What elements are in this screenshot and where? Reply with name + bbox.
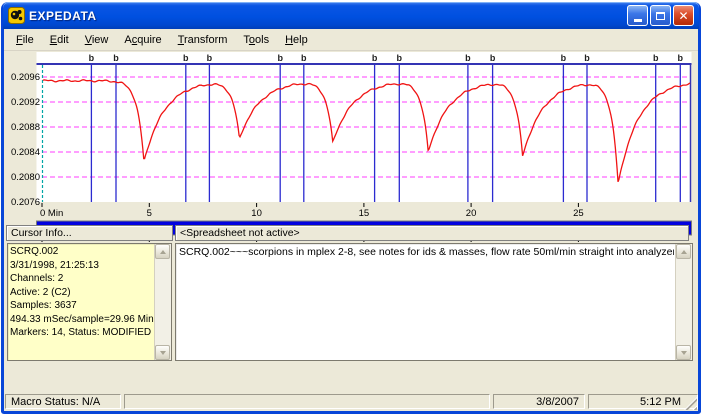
app-window: EXPEDATA ✕ FileEditViewAcquireTransformT… bbox=[1, 2, 701, 414]
cursor-info-line: Active: 2 (C2) bbox=[10, 286, 154, 300]
scroll-up-icon[interactable] bbox=[676, 244, 691, 259]
marker-label: b bbox=[89, 53, 95, 63]
notes-panel[interactable]: SCRQ.002~~~scorpions in mplex 2-8, see n… bbox=[175, 243, 693, 361]
cursor-info-line: Samples: 3637 bbox=[10, 299, 154, 313]
marker-label: b bbox=[584, 53, 590, 63]
svg-text:0.2080: 0.2080 bbox=[11, 172, 40, 183]
window-title: EXPEDATA bbox=[29, 9, 625, 23]
menu-file[interactable]: File bbox=[8, 31, 42, 49]
maximize-button[interactable] bbox=[650, 5, 671, 26]
svg-text:10: 10 bbox=[251, 208, 262, 219]
chart-area[interactable]: 0.2096 0.2092 0.2088 0.2084 0.2080 0.2076 b b b b… bbox=[6, 52, 697, 252]
menu-edit[interactable]: Edit bbox=[42, 31, 77, 49]
status-bar: Macro Status: N/A 3/8/2007 5:12 PM bbox=[4, 392, 698, 411]
menu-acquire[interactable]: Acquire bbox=[116, 31, 169, 49]
app-icon bbox=[8, 7, 25, 24]
svg-text:25: 25 bbox=[573, 208, 584, 219]
marker-label: b bbox=[113, 53, 119, 63]
cursor-info-scrollbar[interactable] bbox=[154, 244, 171, 360]
status-time: 5:12 PM bbox=[588, 394, 698, 409]
scroll-down-icon[interactable] bbox=[676, 345, 691, 360]
marker-label: b bbox=[207, 53, 213, 63]
menubar: FileEditViewAcquireTransformToolsHelp bbox=[4, 29, 698, 51]
status-date: 3/8/2007 bbox=[493, 394, 585, 409]
minimize-icon bbox=[634, 19, 642, 22]
maximize-icon bbox=[656, 12, 665, 20]
marker-label: b bbox=[277, 53, 283, 63]
status-message bbox=[124, 394, 490, 409]
marker-label: b bbox=[397, 53, 403, 63]
svg-text:0.2084: 0.2084 bbox=[11, 147, 40, 158]
marker-label: b bbox=[561, 53, 567, 63]
cursor-info-panel: SCRQ.0023/31/1998, 21:25:13Channels: 2Ac… bbox=[7, 243, 172, 361]
scroll-down-icon[interactable] bbox=[155, 345, 170, 360]
svg-text:0.2096: 0.2096 bbox=[11, 72, 40, 83]
cursor-info-line: 3/31/1998, 21:25:13 bbox=[10, 259, 154, 273]
macro-status: Macro Status: N/A bbox=[5, 394, 121, 409]
cursor-info-text: SCRQ.0023/31/1998, 21:25:13Channels: 2Ac… bbox=[10, 245, 154, 359]
svg-text:5: 5 bbox=[147, 208, 152, 219]
cursor-info-line: Markers: 14, Status: MODIFIED bbox=[10, 326, 154, 340]
minimize-button[interactable] bbox=[627, 5, 648, 26]
file-note-text: SCRQ.002~~~scorpions in mplex 2-8, see n… bbox=[179, 246, 674, 259]
menu-tools[interactable]: Tools bbox=[235, 31, 277, 49]
marker-label: b bbox=[678, 53, 684, 63]
title-bar[interactable]: EXPEDATA ✕ bbox=[3, 2, 699, 29]
menu-transform[interactable]: Transform bbox=[170, 31, 236, 49]
notes-scrollbar[interactable] bbox=[675, 244, 692, 360]
cursor-info-line: SCRQ.002 bbox=[10, 245, 154, 259]
spreadsheet-header[interactable]: <Spreadsheet not active> bbox=[175, 225, 689, 241]
menu-help[interactable]: Help bbox=[277, 31, 316, 49]
marker-label: b bbox=[301, 53, 307, 63]
marker-label: b bbox=[653, 53, 659, 63]
cursor-info-line: 494.33 mSec/sample=29.96 Min bbox=[10, 313, 154, 327]
cursor-info-line: Channels: 2 bbox=[10, 272, 154, 286]
svg-text:0.2092: 0.2092 bbox=[11, 97, 40, 108]
menu-view[interactable]: View bbox=[77, 31, 117, 49]
svg-text:15: 15 bbox=[359, 208, 370, 219]
svg-text:0 Min: 0 Min bbox=[40, 208, 63, 219]
marker-label: b bbox=[490, 53, 496, 63]
marker-label: b bbox=[372, 53, 378, 63]
marker-label: b bbox=[183, 53, 189, 63]
close-button[interactable]: ✕ bbox=[673, 5, 694, 26]
marker-label: b bbox=[465, 53, 471, 63]
close-icon: ✕ bbox=[678, 10, 688, 22]
svg-text:20: 20 bbox=[466, 208, 477, 219]
scroll-up-icon[interactable] bbox=[155, 244, 170, 259]
cursor-info-header[interactable]: Cursor Info... bbox=[6, 225, 173, 241]
svg-text:0.2076: 0.2076 bbox=[11, 197, 40, 208]
svg-text:0.2088: 0.2088 bbox=[11, 122, 40, 133]
